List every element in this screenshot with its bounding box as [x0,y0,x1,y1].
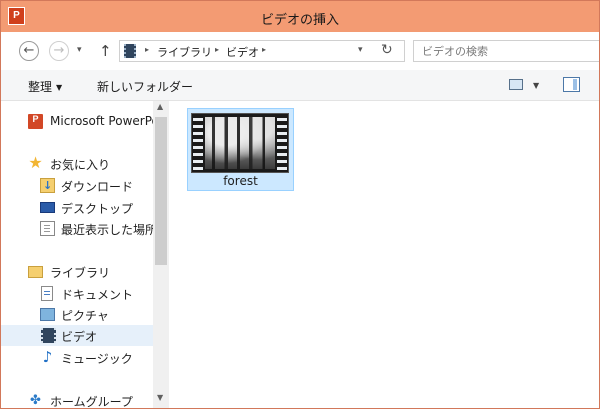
address-history-chevron-down-icon[interactable]: ▾ [358,45,363,55]
refresh-icon[interactable]: ↻ [381,42,393,58]
preview-pane-icon[interactable] [563,77,580,92]
organize-button[interactable]: 整理 ▼ [28,78,62,95]
homegroup-icon: ✤ [30,393,41,408]
sidebar-item-music[interactable]: ♪ ミュージック [1,347,153,368]
video-thumbnail [191,113,289,173]
breadcrumb-separator-icon[interactable]: ▸ [145,45,149,54]
sidebar-item-videos[interactable]: ビデオ [1,325,153,346]
breadcrumb-videos[interactable]: ビデオ [226,44,259,60]
file-list: forest [169,101,599,408]
insert-video-dialog: P ビデオの挿入 ← → ▾ ↑ ▸ ライブラリ ▸ ビデオ ▸ ▾ ↻ 整理▼… [0,0,600,409]
star-icon: ★ [28,153,43,172]
file-item-forest[interactable]: forest [187,108,294,191]
sidebar-item-label: ピクチャ [61,309,109,323]
back-button[interactable]: ← [19,41,39,61]
recent-places-icon [40,221,55,236]
sidebar-item-label: デスクトップ [61,202,134,216]
sidebar-item-label: ドキュメント [61,288,134,302]
sidebar-item-label: お気に入り [50,158,111,172]
scroll-up-icon[interactable]: ▲ [157,102,163,111]
downloads-folder-icon [40,178,55,193]
desktop-icon [40,202,55,213]
libraries-icon [28,266,43,278]
sidebar-item-libraries[interactable]: ライブラリ [1,261,153,282]
music-icon: ♪ [42,348,53,366]
command-bar: 整理 ▼ 新しいフォルダー ▼ [1,70,599,101]
sidebar-item-homegroup[interactable]: ✤ ホームグループ [1,390,153,408]
new-folder-button[interactable]: 新しいフォルダー [97,78,193,95]
address-row: ← → ▾ ↑ ▸ ライブラリ ▸ ビデオ ▸ ▾ ↻ [1,32,599,70]
scrollbar-thumb[interactable] [155,117,167,265]
documents-icon [41,286,53,301]
breadcrumb-separator-icon[interactable]: ▸ [262,45,266,54]
powerpoint-icon: P [28,114,43,129]
sidebar-item-label: ビデオ [61,330,98,344]
sidebar-item-label: ライブラリ [50,266,111,280]
sidebar-item-downloads[interactable]: ダウンロード [1,175,153,196]
sidebar-item-desktop[interactable]: デスクトップ [1,197,153,218]
pictures-icon [40,308,55,321]
sidebar-item-label: ホームグループ [50,395,133,408]
search-input[interactable] [420,44,594,59]
film-strip-icon [193,114,203,172]
title-bar: P ビデオの挿入 [1,1,599,32]
videos-library-icon [124,44,136,58]
organize-label: 整理 [28,80,53,94]
videos-icon [41,328,56,343]
forward-button[interactable]: → [49,41,69,61]
navigation-pane: P Microsoft PowerPoint ★ お気に入り ダウンロード デス… [1,101,154,408]
search-box[interactable] [413,40,599,62]
sidebar-item-label: ミュージック [61,352,133,366]
film-strip-icon [277,114,287,172]
sidebar-item-label: ダウンロード [61,180,134,194]
breadcrumb-libraries[interactable]: ライブラリ [157,44,212,60]
sidebar-item-pictures[interactable]: ピクチャ [1,304,153,325]
sidebar-item-label: Microsoft PowerPoint [50,114,154,128]
sidebar-item-recent-places[interactable]: 最近表示した場所 [1,218,154,239]
sidebar-item-favorites[interactable]: ★ お気に入り [1,153,153,174]
file-name: forest [223,174,258,188]
sidebar-item-documents[interactable]: ドキュメント [1,283,153,304]
change-view-icon[interactable] [509,79,523,90]
up-button[interactable]: ↑ [99,42,112,60]
sidebar-item-powerpoint[interactable]: P Microsoft PowerPoint [1,111,154,132]
forest-thumbnail-image [205,117,275,169]
sidebar-item-label: 最近表示した場所 [61,223,154,237]
window-title: ビデオの挿入 [260,13,339,28]
navigation-scrollbar[interactable]: ▲ ▼ [153,101,169,408]
chevron-down-icon: ▼ [56,83,63,92]
breadcrumb-separator-icon[interactable]: ▸ [215,45,219,54]
view-options-chevron-down-icon[interactable]: ▼ [533,81,539,90]
recent-locations-chevron-down-icon[interactable]: ▾ [77,45,82,55]
scroll-down-icon[interactable]: ▼ [157,393,163,402]
